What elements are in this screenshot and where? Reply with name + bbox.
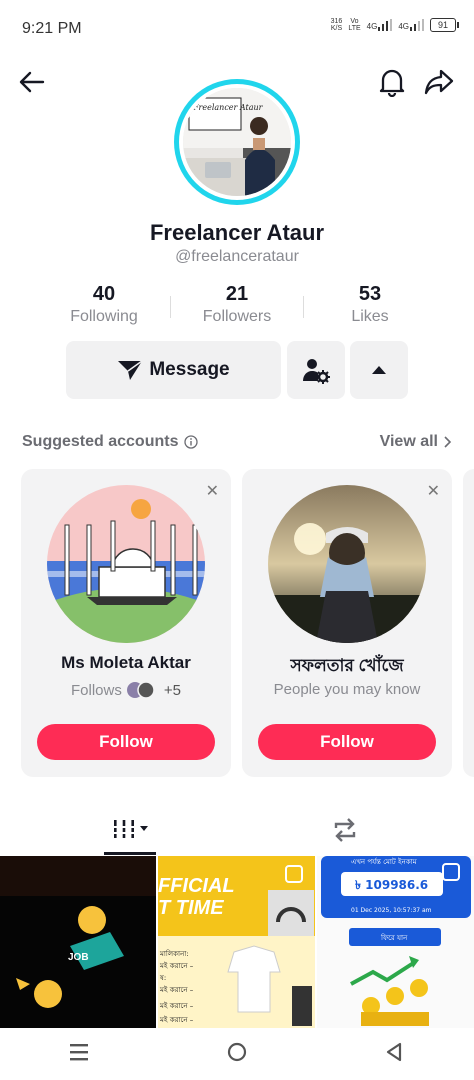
follow-button[interactable]: Follow xyxy=(37,724,215,760)
suggested-card[interactable]: ✕ সফলতার খোঁজে People you may know Follo… xyxy=(242,469,452,777)
svg-text:৳ 109986.6: ৳ 109986.6 xyxy=(355,878,428,892)
stat-value: 40 xyxy=(92,283,116,305)
signal-sim1-icon: 4G xyxy=(367,19,393,31)
mutual-avatars xyxy=(126,681,155,699)
svg-text:এখন পর্যন্ত মোট ইনকাম: এখন পর্যন্ত মোট ইনকাম xyxy=(351,857,417,866)
user-gear-icon xyxy=(303,359,330,384)
caret-down-icon xyxy=(140,826,148,831)
stat-following[interactable]: 40 Following xyxy=(34,283,174,326)
suggested-name: সফলতার খোঁজে xyxy=(290,656,404,675)
signal-sim2-icon: 4G xyxy=(398,19,424,31)
svg-text:T TIME: T TIME xyxy=(158,897,224,919)
home-button[interactable] xyxy=(226,1041,248,1068)
content-tabs xyxy=(0,810,474,856)
stat-likes[interactable]: 53 Likes xyxy=(300,283,440,326)
video-thumbnail[interactable]: এখন পর্যন্ত মোট ইনকাম ৳ 109986.6 01 Dec … xyxy=(317,856,474,1028)
svg-text:ফিরে যান: ফিরে যান xyxy=(380,934,408,942)
svg-text:Freelancer Ataur: Freelancer Ataur xyxy=(192,103,264,112)
caret-up-icon xyxy=(372,366,386,374)
share-arrow-icon xyxy=(424,69,454,95)
send-icon xyxy=(118,360,143,380)
stat-label: Likes xyxy=(351,308,389,325)
status-bar: 9:21 PM 316 K/S Vo LTE 4G 4G 91 xyxy=(0,0,474,58)
svg-text:মই করানে –: মই করানে – xyxy=(159,1002,194,1010)
tab-active-indicator xyxy=(104,852,156,855)
message-button[interactable]: Message xyxy=(66,341,281,399)
bell-icon xyxy=(379,69,405,97)
suggested-subtitle: People you may know xyxy=(273,681,421,698)
home-circle-icon xyxy=(227,1042,247,1061)
back-nav-button[interactable] xyxy=(384,1041,406,1068)
video-grid: JOB FFICIAL T TIME মালিকানা: মই করানে – … xyxy=(0,856,474,1028)
svg-text:01 Dec 2025, 10:57:37 am: 01 Dec 2025, 10:57:37 am xyxy=(351,907,432,914)
svg-text:মই করানে –: মই করানে – xyxy=(159,986,194,994)
network-speed: 316 K/S xyxy=(330,18,343,32)
dismiss-close-icon[interactable]: ✕ xyxy=(206,481,219,501)
repost-icon xyxy=(334,818,356,842)
suggested-accounts-title: Suggested accounts xyxy=(22,433,199,451)
dismiss-close-icon[interactable]: ✕ xyxy=(427,481,440,501)
view-all-link[interactable]: View all xyxy=(380,433,452,451)
profile-name: Freelancer Ataur xyxy=(149,220,325,245)
battery-icon: 91 xyxy=(430,18,459,32)
recent-apps-button[interactable] xyxy=(68,1042,90,1067)
suggested-card[interactable]: ✕ Ms Moleta Aktar Follows +5 Follow xyxy=(21,469,231,777)
back-button[interactable] xyxy=(14,64,50,100)
svg-text:JOB: JOB xyxy=(68,952,89,963)
svg-text:ষ:: ষ: xyxy=(159,974,166,982)
message-label: Message xyxy=(149,359,230,380)
status-time: 9:21 PM xyxy=(22,20,82,37)
suggested-name: Ms Moleta Aktar xyxy=(61,653,191,672)
suggested-card-peek[interactable] xyxy=(463,469,474,777)
stat-followers[interactable]: 21 Followers xyxy=(167,283,307,326)
suggested-subtitle: Follows +5 xyxy=(71,681,181,699)
system-nav-bar xyxy=(0,1028,474,1080)
back-triangle-icon xyxy=(386,1042,402,1061)
svg-text:মালিকানা:: মালিকানা: xyxy=(159,950,189,958)
video-thumbnail[interactable]: FFICIAL T TIME মালিকানা: মই করানে – ষ: ম… xyxy=(158,856,315,1028)
suggested-avatar xyxy=(47,485,205,643)
suggested-avatar xyxy=(268,485,426,643)
stat-label: Following xyxy=(70,308,138,325)
volte-indicator: Vo LTE xyxy=(348,18,361,32)
tab-reposts[interactable] xyxy=(330,816,360,849)
tab-videos[interactable] xyxy=(112,818,148,840)
share-button[interactable] xyxy=(421,64,457,100)
video-thumbnail[interactable]: JOB xyxy=(0,856,156,1028)
stat-value: 21 xyxy=(225,283,249,305)
chevron-right-icon xyxy=(444,436,452,448)
profile-handle: @freelancerataur xyxy=(175,248,299,265)
status-indicators: 316 K/S Vo LTE 4G 4G 91 xyxy=(330,18,459,32)
stat-value: 53 xyxy=(358,283,382,305)
info-icon[interactable] xyxy=(184,435,199,449)
stat-label: Followers xyxy=(202,308,272,325)
collapse-suggestions-button[interactable] xyxy=(350,341,408,399)
svg-text:মই করানে –: মই করানে – xyxy=(159,1016,194,1024)
notification-button[interactable] xyxy=(374,64,410,100)
svg-text:FFICIAL: FFICIAL xyxy=(158,875,235,897)
follow-button[interactable]: Follow xyxy=(258,724,436,760)
svg-text:মই করানে –: মই করানে – xyxy=(159,962,194,970)
avatar-image: Freelancer Ataur xyxy=(183,88,291,196)
arrow-left-icon xyxy=(19,71,45,93)
friends-settings-button[interactable] xyxy=(287,341,345,399)
grid-icon xyxy=(112,820,136,838)
menu-lines-icon xyxy=(70,1043,88,1060)
profile-avatar[interactable]: Freelancer Ataur xyxy=(174,79,300,205)
